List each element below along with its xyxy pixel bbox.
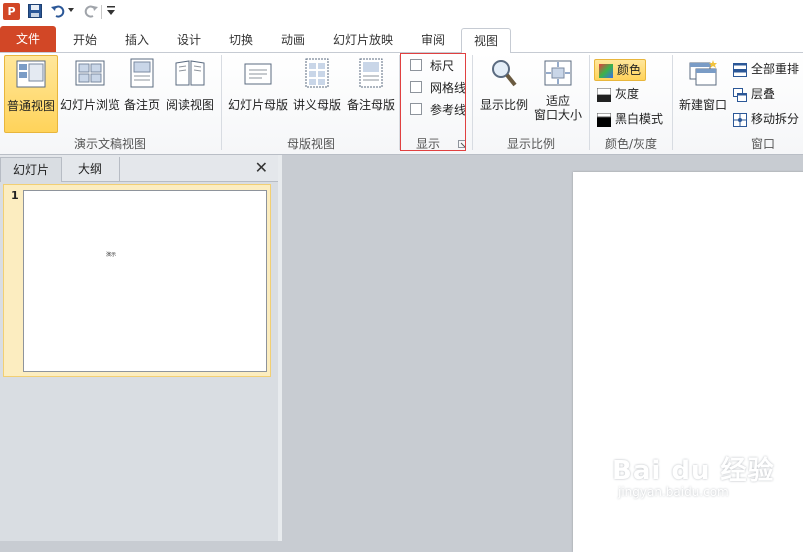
grayscale-icon — [597, 87, 611, 102]
new-window-label: 新建窗口 — [678, 98, 727, 112]
checkbox-box[interactable] — [410, 81, 422, 93]
toolbar-separator — [101, 5, 102, 19]
notes-master-button[interactable]: 备注母版 — [345, 55, 397, 131]
powerpoint-icon[interactable]: P — [3, 3, 20, 20]
tab-home[interactable]: 开始 — [64, 28, 106, 52]
handout-master-button[interactable]: 讲义母版 — [291, 55, 343, 131]
color-icon — [598, 63, 613, 78]
slide-master-icon — [244, 63, 272, 85]
ruler-checkbox[interactable]: 标尺 — [410, 57, 454, 75]
fit-label-line1: 适应 — [545, 94, 570, 108]
handout-master-icon — [305, 58, 329, 88]
cascade-icon — [733, 87, 747, 102]
arrange-all-label: 全部重排 — [751, 62, 800, 76]
magnifier-icon — [492, 60, 517, 87]
pane-tabs: 幻灯片 大纲 ✕ — [0, 155, 278, 182]
color-group-label: 颜色/灰度 — [604, 137, 658, 151]
grayscale-button[interactable]: 灰度 — [597, 84, 639, 104]
reading-view-button[interactable]: 阅读视图 — [164, 55, 216, 131]
black-white-button[interactable]: 黑白模式 — [597, 109, 663, 129]
slide-sorter-icon — [75, 60, 105, 86]
tab-design[interactable]: 设计 — [168, 28, 210, 52]
slide-master-label: 幻灯片母版 — [227, 98, 288, 112]
slide-master-button[interactable]: 幻灯片母版 — [227, 55, 289, 131]
quick-access-toolbar: P — [0, 0, 803, 24]
move-split-label: 移动拆分 — [751, 112, 800, 126]
tab-insert[interactable]: 插入 — [116, 28, 158, 52]
gridlines-checkbox[interactable]: 网格线 — [410, 79, 466, 97]
move-split-icon — [733, 112, 747, 127]
customize-icon[interactable] — [107, 6, 115, 16]
fit-to-window-button[interactable]: 适应 窗口大小 — [533, 55, 583, 131]
cascade-button[interactable]: 层叠 — [733, 84, 775, 104]
ruler-label: 标尺 — [430, 59, 455, 73]
notes-page-label: 备注页 — [123, 98, 160, 112]
black-white-label: 黑白模式 — [615, 112, 664, 126]
tab-animations[interactable]: 动画 — [272, 28, 314, 52]
ribbon-tabs: 文件 开始 插入 设计 切换 动画 幻灯片放映 审阅 视图 — [0, 24, 803, 54]
notes-master-icon — [359, 58, 383, 88]
notes-master-label: 备注母版 — [346, 98, 395, 112]
color-label: 颜色 — [616, 63, 641, 77]
black-white-icon — [597, 112, 611, 127]
close-icon[interactable]: ✕ — [255, 158, 268, 177]
save-icon[interactable] — [28, 4, 42, 18]
reading-view-label: 阅读视图 — [165, 98, 214, 112]
window-group-label: 窗口 — [750, 137, 775, 151]
tab-slides[interactable]: 幻灯片 — [0, 157, 62, 182]
presentation-views-group-label: 演示文稿视图 — [73, 137, 146, 151]
guides-label: 参考线 — [430, 103, 467, 117]
slides-pane: 幻灯片 大纲 ✕ 1 演示 — [0, 155, 279, 541]
move-split-button[interactable]: 移动拆分 — [733, 109, 799, 129]
new-window-button[interactable]: 新建窗口 — [677, 55, 729, 131]
tab-transitions[interactable]: 切换 — [220, 28, 262, 52]
watermark-brand: Bai du 经验 — [612, 456, 775, 486]
tab-file[interactable]: 文件 — [0, 26, 56, 52]
notes-page-button[interactable]: 备注页 — [123, 55, 161, 131]
watermark-url: jingyan.baidu.com — [618, 485, 729, 499]
slide-thumbnail-text: 演示 — [106, 252, 117, 258]
redo-icon[interactable] — [83, 3, 99, 19]
dialog-launcher-icon[interactable] — [458, 140, 466, 148]
checkbox-box[interactable] — [410, 59, 422, 71]
tab-slideshow[interactable]: 幻灯片放映 — [326, 28, 400, 52]
watermark: Bai du 经验 jingyan.baidu.com — [612, 450, 775, 499]
zoom-label: 显示比例 — [479, 98, 528, 112]
undo-icon[interactable] — [50, 3, 66, 19]
color-button[interactable]: 颜色 — [594, 59, 646, 81]
grayscale-label: 灰度 — [615, 87, 640, 101]
arrange-all-button[interactable]: 全部重排 — [733, 59, 799, 79]
show-group-label: 显示 — [415, 137, 440, 151]
zoom-group-label: 显示比例 — [506, 137, 555, 151]
slide-thumbnail[interactable]: 演示 — [23, 190, 267, 372]
slide-number: 1 — [11, 189, 19, 202]
slide-sorter-label: 幻灯片浏览 — [59, 98, 120, 112]
slide-thumbnail-item[interactable]: 1 演示 — [3, 184, 271, 377]
new-window-icon — [689, 60, 717, 86]
master-views-group-label: 母版视图 — [286, 137, 335, 151]
ribbon: 普通视图 幻灯片浏览 备注页 阅读视图 演示文稿视图 幻灯片母版 讲义母版 备注… — [0, 53, 803, 155]
tab-view[interactable]: 视图 — [461, 28, 511, 54]
slide-sorter-button[interactable]: 幻灯片浏览 — [59, 55, 121, 131]
fit-label-line2: 窗口大小 — [533, 108, 582, 122]
arrange-all-icon — [733, 62, 747, 77]
reading-view-icon — [175, 60, 205, 86]
tab-review[interactable]: 审阅 — [412, 28, 454, 52]
zoom-button[interactable]: 显示比例 — [478, 55, 530, 131]
normal-view-button[interactable]: 普通视图 — [4, 55, 58, 133]
chevron-down-icon[interactable] — [68, 7, 74, 13]
gridlines-label: 网格线 — [430, 81, 467, 95]
checkbox-box[interactable] — [410, 103, 422, 115]
fit-window-icon — [544, 60, 572, 86]
notes-page-icon — [130, 58, 154, 88]
guides-checkbox[interactable]: 参考线 — [410, 101, 466, 119]
cascade-label: 层叠 — [751, 87, 776, 101]
tab-outline[interactable]: 大纲 — [61, 157, 120, 181]
handout-master-label: 讲义母版 — [292, 98, 341, 112]
normal-view-icon — [16, 60, 46, 88]
normal-view-label: 普通视图 — [6, 99, 55, 113]
